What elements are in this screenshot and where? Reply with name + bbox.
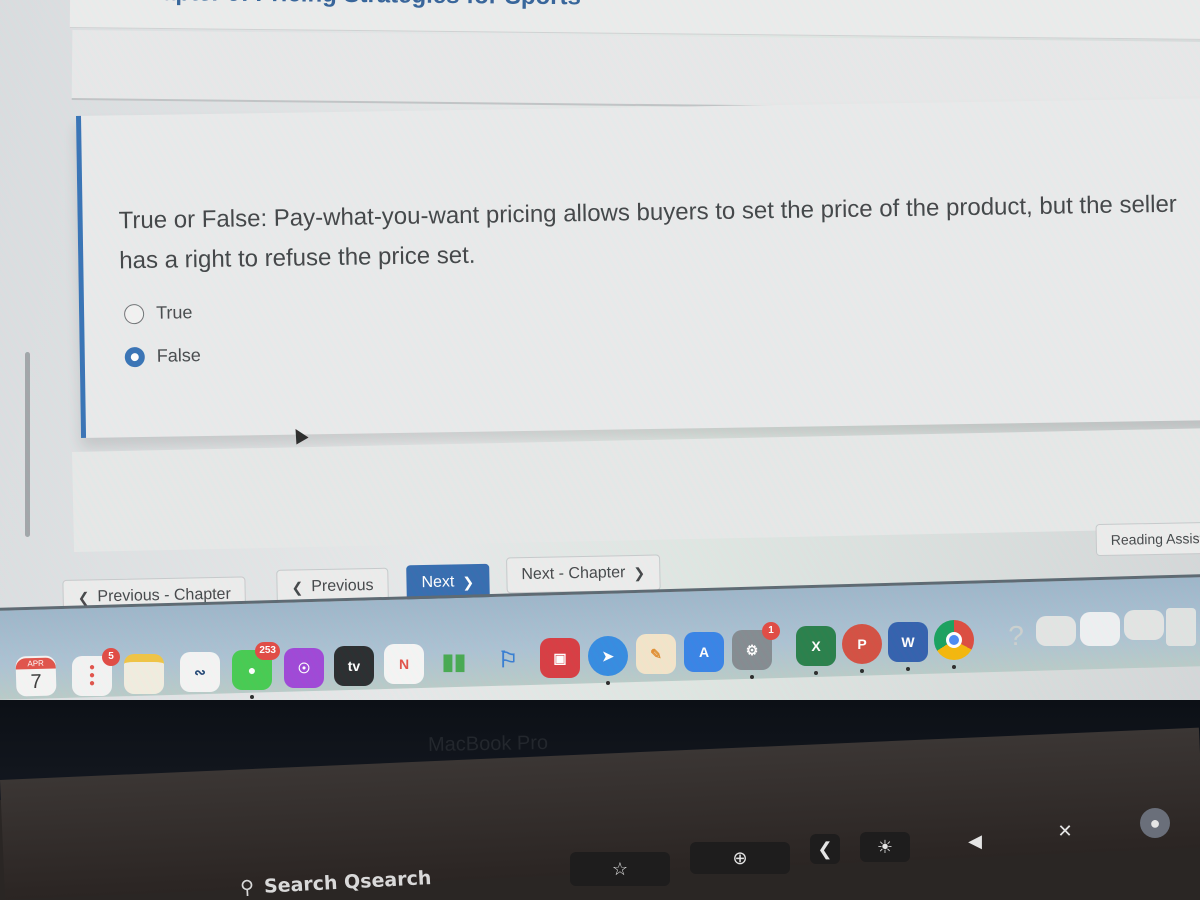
pen-icon: ✎ (650, 645, 662, 662)
touchbar-brightness-button[interactable]: ☀ (860, 832, 910, 862)
touchbar-collapse-button[interactable]: ❮ (810, 834, 840, 864)
excel-icon[interactable]: X (796, 626, 836, 675)
minimized-window-2[interactable] (1080, 612, 1120, 646)
chapter-title: Chapter 9: Pricing Strategies for Sports (130, 0, 581, 11)
news-n-icon: N (398, 656, 410, 672)
screen: Chapter 9: Pricing Strategies for Sports… (0, 0, 1200, 700)
brightness-icon: ☀ (876, 836, 894, 857)
touchbar-search[interactable]: ⚲ Search Qsearch (240, 867, 432, 899)
radio-true[interactable] (123, 303, 145, 324)
compass-icon: ➤ (602, 647, 614, 664)
plus-circle-icon: ⊕ (732, 847, 748, 868)
system-settings-icon[interactable]: ⚙ 1 (732, 622, 780, 679)
chapter-intro-card (71, 30, 1200, 112)
word-icon[interactable]: W (888, 622, 928, 671)
gear-icon: ⚙ (745, 641, 759, 658)
reminders-badge: 5 (102, 648, 120, 666)
running-indicator (906, 667, 910, 671)
scrollbar[interactable] (25, 352, 30, 537)
safari-icon[interactable]: ➤ (588, 636, 628, 685)
chevron-left-icon: ❮ (77, 588, 90, 606)
chrome-center-icon (946, 632, 962, 648)
news-icon[interactable]: N (384, 644, 424, 684)
next-chapter-label: Next - Chapter (521, 564, 626, 584)
option-false[interactable]: False (124, 345, 201, 367)
apple-tv-icon[interactable]: tv (334, 646, 374, 686)
next-chapter-button[interactable]: Next - Chapter ❯ (506, 554, 661, 594)
podcast-antenna-icon: ☉ (297, 659, 311, 676)
radio-false[interactable] (124, 346, 145, 367)
messages-icon[interactable]: ● 253 (232, 642, 280, 699)
excel-letter: X (811, 638, 821, 654)
chevron-right-icon: ❯ (462, 573, 475, 590)
reminders-icon[interactable]: ● ● ● 5 (72, 648, 120, 696)
option-false-label: False (156, 345, 201, 366)
previous-label: Previous (311, 576, 374, 596)
chevron-left-icon: ❮ (817, 838, 833, 859)
notes-icon[interactable] (124, 654, 164, 694)
question-card: True or False: Pay-what-you-want pricing… (76, 98, 1200, 438)
running-indicator (750, 675, 754, 679)
freeform-scribble-icon: ∾ (194, 663, 206, 680)
option-true[interactable]: True (123, 302, 193, 324)
touchbar-siri-button[interactable]: ● (1140, 808, 1170, 838)
search-icon: ⚲ (239, 876, 255, 899)
app-store-a-icon: A (698, 644, 710, 660)
touchbar-bookmark-button[interactable]: ☆ (570, 852, 670, 886)
reading-assist-label: Reading Assist (1110, 530, 1200, 548)
powerpoint-icon[interactable]: P (842, 624, 882, 673)
podcasts-icon[interactable]: ☉ (284, 648, 324, 688)
question-text: True or False: Pay-what-you-want pricing… (118, 190, 1178, 275)
apple-tv-label: tv (347, 658, 361, 674)
app-store-icon[interactable]: A (684, 632, 724, 672)
star-icon: ☆ (611, 858, 629, 879)
dock-icons: APR 7 ● ● ● 5 ∾ ● 253 ☉ tv N ▮▮ ⚐ ▣ ➤ ✎ … (0, 608, 1200, 700)
calendar-month: APR (15, 656, 56, 670)
numbers-icon[interactable]: ▮▮ (434, 642, 474, 682)
running-indicator (952, 665, 956, 669)
reminders-dots-icon: ● ● ● (88, 662, 96, 689)
minimized-window-3[interactable] (1124, 610, 1164, 640)
minimized-window-1[interactable] (1036, 616, 1076, 646)
speaker-icon: ◀ (968, 830, 982, 851)
touchbar-volume-button[interactable]: ◀ (950, 826, 1000, 856)
keynote-icon[interactable]: ⚐ (488, 640, 528, 680)
siri-icon: ● (1149, 812, 1161, 833)
word-letter: W (901, 634, 915, 650)
next-label: Next (421, 573, 455, 592)
pages-icon[interactable]: ✎ (636, 634, 676, 674)
running-indicator (860, 669, 864, 673)
touchbar-mute-button[interactable]: ✕ (1040, 816, 1090, 846)
photo-booth-icon[interactable]: ▣ (540, 638, 580, 678)
chrome-icon[interactable] (934, 620, 974, 669)
trash-icon[interactable] (1166, 608, 1196, 646)
touch-bar: ⚲ Search Qsearch ☆ ⊕ ❮ ☀ ◀ ✕ ● (0, 808, 1200, 900)
photos-camera-icon: ▣ (553, 649, 567, 666)
running-indicator (250, 695, 254, 699)
podium-icon: ⚐ (498, 647, 518, 672)
option-true-label: True (155, 302, 193, 323)
reading-assist-button[interactable]: Reading Assist (1095, 521, 1200, 557)
running-indicator (606, 681, 610, 685)
system-settings-badge: 1 (762, 622, 780, 640)
unknown-app-icon[interactable]: ? (996, 616, 1036, 656)
calendar-icon[interactable]: APR 7 (15, 655, 57, 697)
freeform-icon[interactable]: ∾ (180, 652, 220, 692)
touchbar-new-tab-button[interactable]: ⊕ (690, 842, 790, 874)
touchbar-search-label: Search Qsearch (263, 867, 432, 898)
chevron-left-icon: ❮ (291, 578, 304, 596)
chevron-right-icon: ❯ (633, 564, 646, 581)
question-mark-icon: ? (1008, 620, 1024, 651)
speech-bubble-icon: ● (247, 662, 257, 678)
calendar-day: 7 (30, 670, 43, 693)
powerpoint-letter: P (857, 636, 867, 652)
bar-chart-icon: ▮▮ (441, 649, 467, 674)
mute-icon: ✕ (1057, 820, 1073, 841)
next-question-card (72, 428, 1200, 552)
running-indicator (814, 671, 818, 675)
macbook-pro-label: MacBook Pro (427, 731, 549, 757)
messages-badge: 253 (255, 642, 280, 660)
